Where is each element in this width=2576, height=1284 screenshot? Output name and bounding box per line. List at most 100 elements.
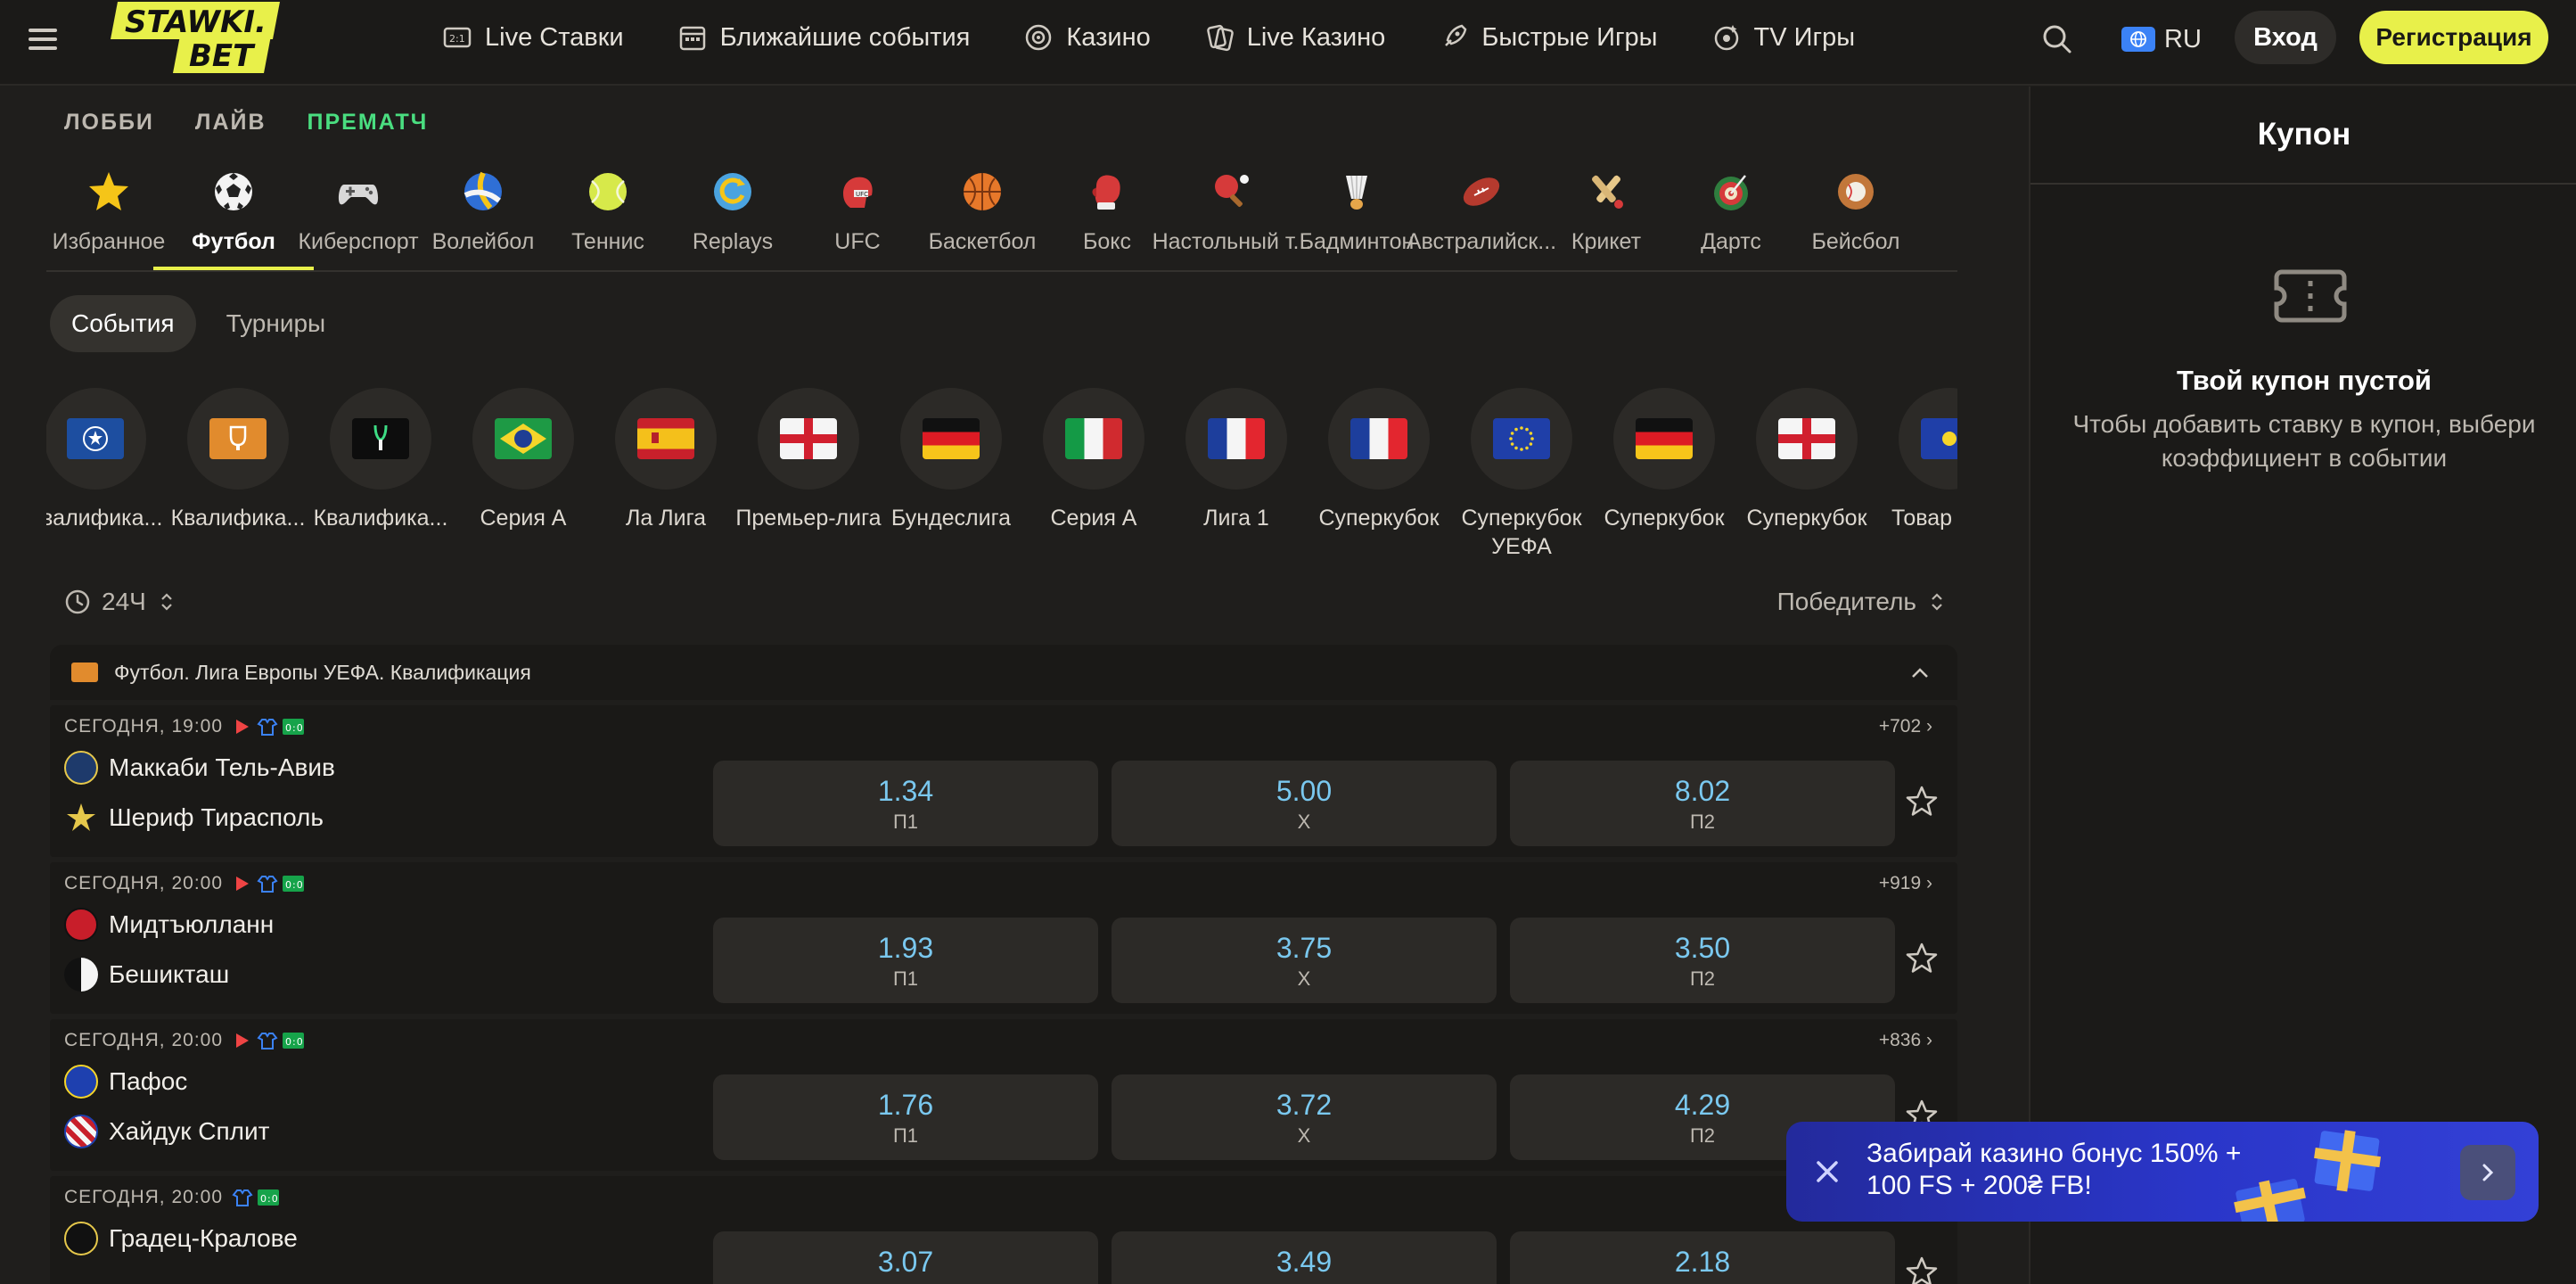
odd-button-home[interactable]: 1.93 П1	[713, 918, 1098, 1003]
sport-ufc[interactable]: UFC UFC	[795, 165, 920, 270]
sport-darts[interactable]: Дартс	[1669, 165, 1793, 270]
odd-value: 4.29	[1674, 1089, 1731, 1121]
nav-tv-games[interactable]: TV Игры	[1711, 22, 1855, 53]
coupon-title: Купон	[2257, 117, 2351, 152]
tab-events[interactable]: События	[50, 295, 196, 352]
odd-button-draw[interactable]: 3.75 X	[1112, 918, 1497, 1003]
league-icon-wrap	[1043, 388, 1144, 490]
sport-volleyball[interactable]: Волейбол	[421, 165, 546, 270]
promo-next-button[interactable]	[2460, 1145, 2515, 1200]
odd-value: 8.02	[1674, 775, 1731, 807]
team-home: Мидтъюлланн	[64, 907, 274, 942]
sport-boxing[interactable]: Бокс	[1045, 165, 1169, 270]
match-time: СЕГОДНЯ, 20:00	[64, 1030, 224, 1050]
league-group-header[interactable]: Футбол. Лига Европы УЕФА. Квалификация	[50, 645, 1957, 700]
stats-icon: 0:0	[283, 876, 305, 892]
more-markets-link[interactable]: +919 ›	[1879, 873, 1932, 894]
flag-germany-icon	[923, 418, 980, 459]
sport-football[interactable]: Футбол	[153, 165, 314, 270]
sport-tennis[interactable]: Теннис	[546, 165, 670, 270]
promo-banner[interactable]: Забирай казино бонус 150% + 100 FS + 200…	[1786, 1122, 2539, 1222]
nav-upcoming-events[interactable]: Ближайшие события	[677, 22, 970, 53]
more-count: +919	[1878, 873, 1922, 893]
nav-fast-games[interactable]: Быстрые Игры	[1439, 22, 1658, 53]
play-icon	[236, 1033, 250, 1048]
time-filter[interactable]: 24Ч	[64, 584, 187, 620]
odd-button-draw[interactable]: 3.72 X	[1112, 1074, 1497, 1160]
nav-label: Быстрые Игры	[1481, 22, 1658, 52]
flag-england-icon	[1778, 418, 1835, 459]
match-time-row: СЕГОДНЯ, 20:00 0:0	[64, 873, 305, 894]
league-icon-wrap	[46, 388, 146, 490]
sport-replays[interactable]: Replays	[670, 165, 795, 270]
sport-cricket[interactable]: Крикет	[1544, 165, 1669, 270]
nav-live-casino[interactable]: Live Казино	[1204, 22, 1386, 53]
svg-text:UFC: UFC	[856, 191, 868, 198]
flag-germany-icon	[1636, 418, 1693, 459]
jersey-icon	[257, 876, 278, 893]
odd-button-home[interactable]: 1.34 П1	[713, 761, 1098, 846]
team-logo-icon	[64, 908, 98, 942]
star-icon	[89, 172, 128, 210]
odd-button-home[interactable]: 3.07	[713, 1231, 1098, 1284]
odd-button-away[interactable]: 2.18	[1510, 1231, 1895, 1284]
odd-button-draw[interactable]: 5.00 X	[1112, 761, 1497, 846]
team-logo-icon	[64, 958, 98, 992]
search-icon[interactable]	[2038, 20, 2077, 59]
odd-label: П1	[892, 811, 919, 833]
chevron-up-icon[interactable]	[1907, 661, 1932, 686]
odd-button-home[interactable]: 1.76 П1	[713, 1074, 1098, 1160]
language-selector[interactable]: RU	[2121, 20, 2202, 59]
favorite-star-icon[interactable]	[1904, 784, 1940, 819]
favorite-star-icon[interactable]	[1904, 941, 1940, 976]
top-bar: STAWKI. BET 2:1 Live Ставки Ближайшие со…	[0, 0, 2576, 86]
stawki-bet-logo[interactable]: STAWKI. BET	[105, 0, 280, 75]
team-logo-icon	[64, 1115, 98, 1148]
svg-text:0:0: 0:0	[285, 879, 304, 891]
sport-table-tennis[interactable]: Настольный т...	[1153, 165, 1311, 270]
menu-icon[interactable]	[27, 23, 59, 55]
boxing-glove-icon	[1092, 175, 1120, 210]
more-count: +836	[1878, 1030, 1922, 1050]
favorite-star-icon[interactable]	[1904, 1255, 1940, 1284]
badges: 0:0	[232, 717, 305, 737]
sport-aussie-rules[interactable]: Австралийск...	[1407, 165, 1556, 270]
nav-label: Live Казино	[1246, 22, 1386, 52]
tab-lobby[interactable]: ЛОББИ	[64, 110, 154, 136]
odd-value: 1.93	[877, 932, 934, 964]
team-name: Мидтъюлланн	[109, 910, 275, 938]
nav-label: Live Ставки	[485, 22, 624, 52]
odd-button-away[interactable]: 8.02 П2	[1510, 761, 1895, 846]
basketball-icon	[964, 173, 1001, 210]
shuttlecock-icon	[1346, 175, 1367, 210]
login-button[interactable]: Вход	[2235, 11, 2336, 64]
svg-text:2:1: 2:1	[449, 33, 465, 45]
sport-basketball[interactable]: Баскетбол	[920, 165, 1045, 270]
nav-live-bets[interactable]: 2:1 Live Ставки	[442, 22, 624, 53]
tab-live[interactable]: ЛАЙВ	[195, 110, 267, 136]
league-label: Квалифика...	[46, 506, 163, 531]
nav-casino[interactable]: Казино	[1023, 22, 1151, 53]
odd-button-away[interactable]: 3.50 П2	[1510, 918, 1895, 1003]
close-icon[interactable]	[1809, 1154, 1845, 1189]
sport-esports[interactable]: Киберспорт	[296, 165, 421, 270]
team-name: Шериф Тирасполь	[109, 803, 324, 831]
sport-favorites[interactable]: Избранное	[46, 165, 171, 270]
more-markets-link[interactable]: +836 ›	[1879, 1030, 1932, 1051]
register-button[interactable]: Регистрация	[2359, 11, 2548, 64]
odd-button-draw[interactable]: 3.49	[1112, 1231, 1497, 1284]
team-logo-icon	[64, 751, 98, 785]
more-markets-link[interactable]: +702 ›	[1879, 716, 1932, 737]
clock-icon	[65, 589, 90, 614]
league-label: Суперкубок УЕФА	[1461, 506, 1582, 559]
market-filter[interactable]: Победитель	[1777, 584, 1947, 620]
chevron-right-icon	[2482, 1164, 2494, 1181]
tab-prematch[interactable]: ПРЕМАТЧ	[308, 110, 429, 136]
sport-badminton[interactable]: Бадминтон	[1294, 165, 1419, 270]
sport-baseball[interactable]: Бейсбол	[1793, 165, 1918, 270]
coupon-panel: Купон Твой купон пустой Чтобы добавить с…	[2029, 86, 2576, 1284]
roulette-icon	[1026, 24, 1052, 51]
league-label: Премьер-лига	[735, 506, 882, 531]
tab-tournaments[interactable]: Турниры	[205, 295, 348, 352]
time-filter-value: 24Ч	[102, 588, 146, 615]
